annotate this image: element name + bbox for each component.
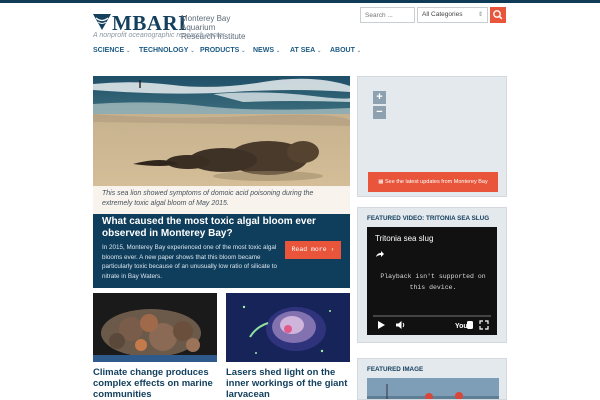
youtube-logo-icon[interactable]: You <box>455 320 473 330</box>
play-icon[interactable] <box>377 320 386 330</box>
story-image-urchins[interactable] <box>93 293 217 362</box>
chevron-down-icon: ⌄ <box>241 48 246 54</box>
featured-image-heading: FEATURED IMAGE <box>367 366 424 373</box>
featured-video-heading: FEATURED VIDEO: TRITONIA SEA SLUG <box>367 215 490 222</box>
playback-unsupported-message: Playback isn't supported on this device. <box>380 273 486 291</box>
chevron-down-icon: ⌄ <box>356 48 362 54</box>
zoom-in-button[interactable]: + <box>373 91 386 104</box>
select-arrows-icon: ⇕ <box>477 12 483 18</box>
video-progress-track[interactable] <box>373 315 491 317</box>
nav-label: AT SEA <box>290 47 316 54</box>
fullscreen-icon[interactable] <box>479 320 489 330</box>
site-tagline: A nonprofit oceanographic research cente… <box>93 32 226 39</box>
map-widget[interactable]: + − ▦ See the latest updates from Monter… <box>357 76 507 197</box>
nav-item-about[interactable]: ABOUT ⌄ <box>330 47 361 54</box>
category-select[interactable]: All Categories ⇕ <box>417 7 488 23</box>
search-input[interactable] <box>360 7 415 23</box>
story-title[interactable]: Lasers shed light on the inner workings … <box>226 367 350 400</box>
nav-item-technology[interactable]: TECHNOLOGY ⌄ <box>139 47 195 54</box>
top-accent-bar <box>0 0 600 3</box>
featured-image-thumbnail[interactable] <box>367 378 499 400</box>
search-icon <box>493 10 503 20</box>
hero-feature: This sea lion showed symptoms of domoic … <box>93 76 350 288</box>
search-button[interactable] <box>490 7 506 23</box>
featured-video-panel: FEATURED VIDEO: TRITONIA SEA SLUG Triton… <box>357 207 507 343</box>
mbari-logo-icon <box>93 14 111 30</box>
nav-item-products[interactable]: PRODUCTS ⌄ <box>200 47 245 54</box>
hero-image-caption: This sea lion showed symptoms of domoic … <box>93 186 350 214</box>
latest-updates-button[interactable]: ▦ See the latest updates from Monterey B… <box>368 172 498 192</box>
category-select-value: All Categories <box>422 11 463 18</box>
nav-label: PRODUCTS <box>200 47 240 54</box>
video-controls: You <box>373 319 491 331</box>
video-player[interactable]: Tritonia sea slug Playback isn't support… <box>367 227 497 335</box>
zoom-out-button[interactable]: − <box>373 106 386 119</box>
volume-icon[interactable] <box>395 320 406 330</box>
chevron-down-icon: ⌄ <box>190 48 195 54</box>
chevron-down-icon: ⌄ <box>276 48 281 54</box>
calendar-icon: ▦ <box>378 179 384 185</box>
story-card[interactable]: Climate change produces complex effects … <box>93 293 217 400</box>
nav-item-at-sea[interactable]: AT SEA ⌄ <box>290 47 321 54</box>
story-image-larvacean[interactable] <box>226 293 350 362</box>
svg-text:You: You <box>455 323 468 330</box>
chevron-down-icon: ⌄ <box>126 48 131 54</box>
nav-item-news[interactable]: NEWS ⌄ <box>253 47 280 54</box>
nav-label: ABOUT <box>330 47 355 54</box>
logo-subtitle-line-1: Monterey Bay Aquarium <box>181 14 231 32</box>
chevron-down-icon: ⌄ <box>317 48 322 54</box>
featured-image-panel: FEATURED IMAGE <box>357 358 507 400</box>
nav-label: SCIENCE <box>93 47 125 54</box>
share-icon[interactable] <box>375 249 385 259</box>
video-title[interactable]: Tritonia sea slug <box>375 234 433 243</box>
nav-item-science[interactable]: SCIENCE ⌄ <box>93 47 130 54</box>
latest-updates-label: See the latest updates from Monterey Bay <box>385 179 488 185</box>
story-title[interactable]: Climate change produces complex effects … <box>93 367 217 400</box>
nav-label: TECHNOLOGY <box>139 47 189 54</box>
nav-label: NEWS <box>253 47 274 54</box>
story-card[interactable]: Lasers shed light on the inner workings … <box>226 293 350 400</box>
hero-headline[interactable]: What caused the most toxic algal bloom e… <box>102 216 342 239</box>
hero-summary: In 2015, Monterey Bay experienced one of… <box>102 244 278 281</box>
read-more-button[interactable]: Read more › <box>285 241 341 259</box>
